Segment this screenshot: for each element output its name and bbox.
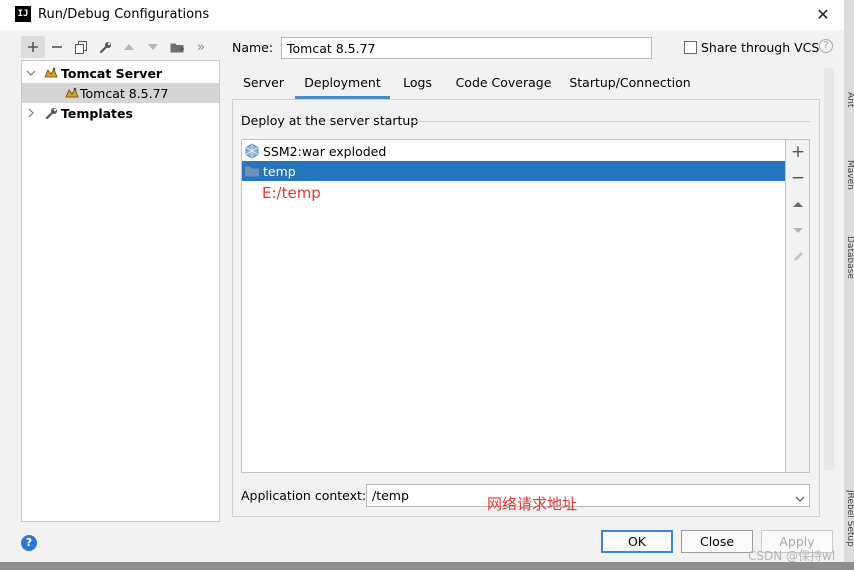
database-tool-window[interactable]: Database <box>845 236 854 288</box>
config-toolbar: » <box>21 36 213 58</box>
deployment-list: SSM2:war exploded temp E:/temp <box>241 139 786 473</box>
artifact-icon <box>244 143 260 159</box>
add-config-button[interactable] <box>21 36 45 58</box>
ant-tool-window[interactable]: Ant <box>845 92 854 130</box>
config-tree: Tomcat Server Tomcat 8.5.77 Templates <box>21 60 220 522</box>
remove-icon <box>52 46 62 48</box>
folder-icon <box>244 163 260 179</box>
share-vcs-label[interactable]: Share through VCS <box>701 40 819 55</box>
add-icon <box>28 42 38 52</box>
help-icon[interactable]: ? <box>819 39 833 53</box>
tree-item-label: Tomcat Server <box>61 66 163 81</box>
tab-startup-connection[interactable]: Startup/Connection <box>562 69 698 99</box>
list-item[interactable]: SSM2:war exploded <box>242 141 785 161</box>
ok-button[interactable]: OK <box>601 530 673 553</box>
edit-defaults-button[interactable] <box>93 36 117 58</box>
tree-item-tomcat-server[interactable]: Tomcat Server <box>22 63 219 83</box>
wrench-icon <box>99 41 111 53</box>
move-down-button[interactable] <box>141 36 165 58</box>
help-button[interactable]: ? <box>21 535 37 551</box>
deploy-section-label: Deploy at the server startup <box>241 113 419 128</box>
app-context-combo[interactable]: /temp <box>366 484 810 507</box>
title-bar: IJ Run/Debug Configurations ✕ <box>0 0 844 30</box>
list-item[interactable]: temp <box>242 161 785 181</box>
move-up-icon <box>124 44 134 50</box>
new-folder-button[interactable] <box>165 36 189 58</box>
section-divider <box>411 121 810 122</box>
remove-config-button[interactable] <box>45 36 69 58</box>
tab-code-coverage[interactable]: Code Coverage <box>445 69 562 99</box>
more-icon[interactable]: » <box>189 36 213 58</box>
move-up-button[interactable] <box>786 192 810 216</box>
add-deployment-button[interactable]: + <box>786 140 810 164</box>
tab-logs[interactable]: Logs <box>390 69 445 99</box>
wrench-icon <box>43 105 59 121</box>
name-input[interactable] <box>281 37 652 59</box>
chevron-down-icon[interactable] <box>795 490 805 505</box>
intellij-app-icon: IJ <box>15 6 31 22</box>
folder-icon <box>170 43 184 53</box>
remove-deployment-button[interactable]: − <box>786 166 810 190</box>
close-button[interactable]: Close <box>681 530 753 553</box>
tree-item-label: Tomcat 8.5.77 <box>80 86 169 101</box>
share-vcs-checkbox[interactable] <box>684 41 697 54</box>
list-side-toolbar: + − <box>786 139 810 473</box>
vertical-scrollbar[interactable] <box>824 68 834 470</box>
pencil-icon <box>793 251 803 261</box>
list-item-label: SSM2:war exploded <box>263 144 387 159</box>
edit-deployment-button[interactable] <box>786 244 810 268</box>
copy-icon <box>75 40 87 54</box>
move-down-icon <box>148 44 158 50</box>
tomcat-icon <box>43 65 59 81</box>
move-down-button[interactable] <box>786 218 810 242</box>
move-up-button[interactable] <box>117 36 141 58</box>
app-context-label: Application context: <box>241 488 367 503</box>
move-up-icon <box>793 201 803 207</box>
chevron-right-icon[interactable] <box>25 107 37 119</box>
tomcat-icon <box>64 85 80 101</box>
maven-tool-window[interactable]: Maven <box>845 160 854 200</box>
list-item-label: temp <box>263 164 296 179</box>
window-close-button[interactable]: ✕ <box>808 3 838 27</box>
tab-server[interactable]: Server <box>232 69 295 99</box>
copy-config-button[interactable] <box>69 36 93 58</box>
chevron-down-icon[interactable] <box>25 67 37 79</box>
tree-item-label: Templates <box>61 106 133 121</box>
tree-item-tomcat-config[interactable]: Tomcat 8.5.77 <box>22 83 219 103</box>
watermark: CSDN @保持wl <box>748 549 836 563</box>
name-label: Name: <box>232 40 274 55</box>
context-annotation: 网络请求地址 <box>487 495 578 513</box>
desktop-edge <box>0 562 854 570</box>
jrebel-tool-window[interactable]: JRebel Setup <box>845 490 854 550</box>
tree-item-templates[interactable]: Templates <box>22 103 219 123</box>
move-down-icon <box>793 227 803 233</box>
window-title: Run/Debug Configurations <box>38 7 210 22</box>
path-annotation: E:/temp <box>262 184 321 202</box>
app-context-value: /temp <box>372 488 409 503</box>
tab-deployment[interactable]: Deployment <box>295 69 390 99</box>
